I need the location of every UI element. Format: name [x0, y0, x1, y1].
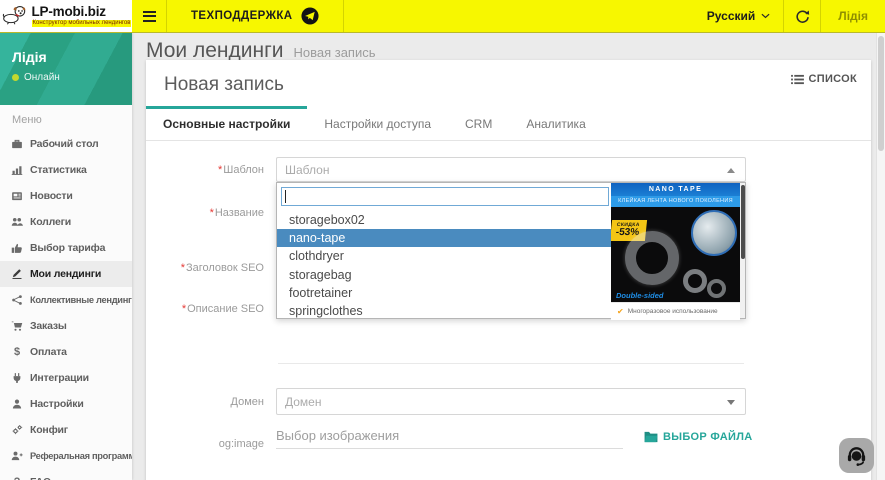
- sidebar-item-config[interactable]: Конфиг: [0, 417, 132, 443]
- page-scrollbar[interactable]: [876, 33, 885, 480]
- logo-tagline: Конструктор мобильных лендингов: [32, 20, 132, 26]
- topbar: LP-mobi.biz Конструктор мобильных лендин…: [0, 0, 885, 33]
- topbar-username[interactable]: Лідія: [821, 0, 885, 32]
- domain-field-label: Домен: [146, 396, 264, 408]
- domain-select[interactable]: Домен: [276, 388, 746, 415]
- preview-title: NANO TAPE: [611, 183, 740, 196]
- user-icon: [10, 397, 24, 411]
- card-title: Новая запись: [164, 74, 284, 96]
- seo-description-field-label: *Описание SEO: [146, 303, 264, 315]
- sidebar-item-faq[interactable]: ? FAQ: [0, 469, 132, 480]
- list-icon: [791, 74, 804, 85]
- sidebar-item-payment[interactable]: $ Оплата: [0, 339, 132, 365]
- tab-access-settings[interactable]: Настройки доступа: [307, 106, 448, 140]
- preview-feature: Многоразовое использование: [628, 308, 718, 315]
- gears-icon: [10, 423, 24, 437]
- support-button[interactable]: ТЕХПОДДЕРЖКА: [167, 0, 344, 32]
- choose-file-button[interactable]: ВЫБОР ФАЙЛА: [644, 431, 753, 443]
- support-chat-widget[interactable]: [839, 438, 874, 473]
- telegram-icon: [301, 7, 319, 25]
- users-icon: [10, 215, 24, 229]
- name-field-label: *Название: [146, 207, 264, 219]
- menu-section-label: Меню: [0, 105, 132, 129]
- briefcase-icon: [10, 137, 24, 151]
- sidebar-item-my-landings[interactable]: Мои лендинги: [0, 261, 132, 287]
- chevron-down-icon: [761, 13, 770, 19]
- sidebar-item-orders[interactable]: Заказы: [0, 313, 132, 339]
- og-image-input[interactable]: [276, 423, 623, 449]
- user-plus-icon: [10, 449, 24, 463]
- tab-crm[interactable]: CRM: [448, 106, 509, 140]
- dropdown-option-list: storagebox02 nano-tape clothdryer storag…: [277, 211, 613, 318]
- preview-inset-photo: [691, 210, 737, 256]
- headset-icon: [845, 444, 868, 467]
- select-arrow-up-icon: [727, 168, 735, 173]
- sidebar-item-statistics[interactable]: Статистика: [0, 157, 132, 183]
- sidebar-item-tariff[interactable]: Выбор тарифа: [0, 235, 132, 261]
- template-field-label: *Шаблон: [146, 164, 264, 176]
- sidebar-menu: Рабочий стол Статистика Новости Коллеги …: [0, 131, 132, 480]
- seo-description-underline: [278, 363, 744, 364]
- pencil-icon: [10, 267, 24, 281]
- plug-icon: [10, 371, 24, 385]
- dropdown-option[interactable]: storagebag: [277, 266, 613, 284]
- dollar-icon: $: [10, 345, 24, 359]
- news-icon: [10, 189, 24, 203]
- logo[interactable]: LP-mobi.biz Конструктор мобильных лендин…: [0, 0, 132, 32]
- dropdown-scrollbar[interactable]: [740, 183, 745, 318]
- sidebar-item-colleagues[interactable]: Коллеги: [0, 209, 132, 235]
- tape-roll-small: [683, 269, 707, 293]
- tape-roll-large: [625, 231, 679, 285]
- online-status-dot: [12, 74, 19, 81]
- dropdown-option[interactable]: springclothes: [277, 302, 613, 320]
- profile-name: Лідія: [12, 49, 120, 65]
- check-icon: ✔: [617, 307, 624, 316]
- tab-bar: Основные настройки Настройки доступа CRM…: [146, 106, 871, 141]
- tape-roll-small: [707, 279, 726, 298]
- list-view-button[interactable]: СПИСОК: [791, 73, 858, 85]
- share-icon: [10, 293, 24, 307]
- profile-block: Лідія Онлайн: [0, 33, 132, 105]
- language-label: Русский: [707, 9, 756, 23]
- content-card: Новая запись СПИСОК Основные настройки Н…: [146, 60, 871, 480]
- logo-title: LP-mobi.biz: [32, 5, 132, 19]
- cart-icon: [10, 319, 24, 333]
- language-selector[interactable]: Русский: [694, 0, 784, 32]
- dropdown-search-input[interactable]: [281, 187, 609, 206]
- bar-chart-icon: [10, 163, 24, 177]
- question-icon: ?: [10, 475, 24, 480]
- dropdown-option[interactable]: clothdryer: [277, 247, 613, 265]
- dropdown-option[interactable]: storagebox02: [277, 211, 613, 229]
- dropdown-option-highlighted[interactable]: nano-tape: [277, 229, 613, 247]
- template-preview-image: NANO TAPE КЛЕЙКАЯ ЛЕНТА НОВОГО ПОКОЛЕНИЯ…: [611, 183, 740, 320]
- sidebar-item-referral[interactable]: Реферальная программа: [0, 443, 132, 469]
- support-label: ТЕХПОДДЕРЖКА: [191, 10, 293, 22]
- seo-title-field-label: *Заголовок SEO: [146, 262, 264, 274]
- preview-subtitle: КЛЕЙКАЯ ЛЕНТА НОВОГО ПОКОЛЕНИЯ: [611, 196, 740, 207]
- preview-caption: Double-sided: [616, 291, 664, 300]
- text-caret: [285, 190, 286, 203]
- sidebar-item-integrations[interactable]: Интеграции: [0, 365, 132, 391]
- dropdown-option[interactable]: footretainer: [277, 284, 613, 302]
- tab-analytics[interactable]: Аналитика: [509, 106, 602, 140]
- template-dropdown: storagebox02 nano-tape clothdryer storag…: [276, 182, 746, 319]
- sidebar-item-collective-landings[interactable]: Коллективные лендинги: [0, 287, 132, 313]
- select-arrow-down-icon: [727, 400, 735, 405]
- folder-icon: [644, 431, 658, 443]
- sidebar-item-news[interactable]: Новости: [0, 183, 132, 209]
- breadcrumb: Новая запись: [293, 45, 375, 60]
- sidebar: Лідія Онлайн Меню Рабочий стол Статистик…: [0, 33, 132, 480]
- online-status-label: Онлайн: [24, 72, 60, 83]
- page-scrollbar-thumb[interactable]: [878, 36, 884, 151]
- template-select[interactable]: Шаблон: [276, 157, 746, 182]
- tab-main-settings[interactable]: Основные настройки: [146, 106, 307, 140]
- thumb-up-icon: [10, 241, 24, 255]
- dog-logo-icon: [1, 3, 28, 30]
- sidebar-item-desktop[interactable]: Рабочий стол: [0, 131, 132, 157]
- hamburger-icon[interactable]: [132, 0, 167, 32]
- refresh-icon[interactable]: [783, 0, 821, 32]
- sidebar-item-settings[interactable]: Настройки: [0, 391, 132, 417]
- og-image-field-label: og:image: [146, 438, 264, 450]
